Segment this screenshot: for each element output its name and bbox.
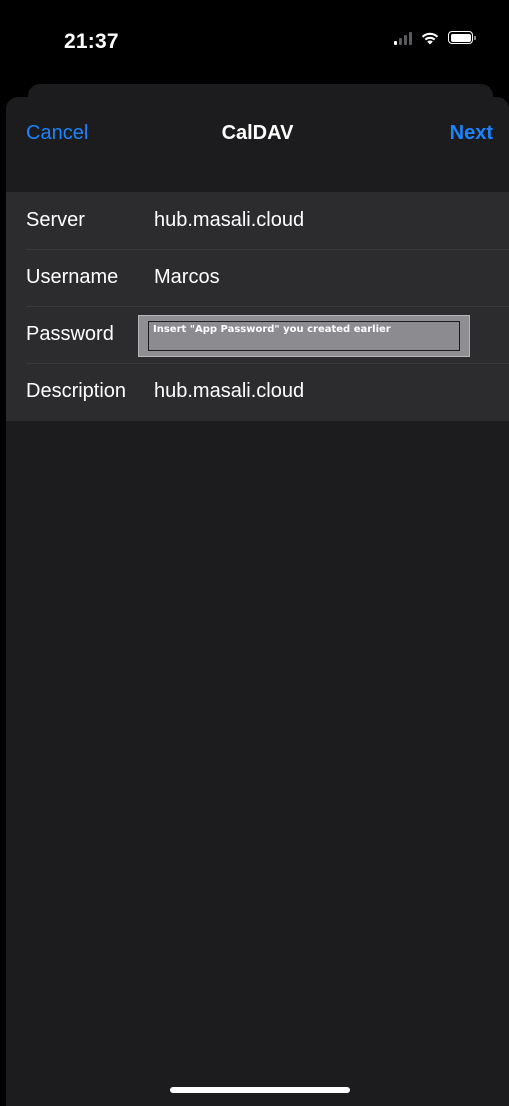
password-field[interactable]: Insert "App Password" you created earlie… [138, 315, 470, 357]
password-label: Password [26, 323, 114, 345]
status-time: 21:37 [64, 30, 119, 53]
username-label: Username [26, 266, 119, 288]
account-form: Server hub.masali.cloud Username Marcos … [6, 192, 509, 421]
page-title: CalDAV [221, 122, 294, 144]
status-icons [394, 30, 476, 45]
password-annotation-box: Insert "App Password" you created earlie… [148, 321, 460, 351]
description-field[interactable]: hub.masali.cloud [154, 380, 304, 403]
username-row: Username Marcos [6, 249, 509, 306]
cellular-signal-icon [394, 31, 412, 45]
next-button[interactable]: Next [450, 122, 493, 145]
username-field[interactable]: Marcos [154, 266, 220, 289]
password-hint: Insert "App Password" you created earlie… [153, 324, 391, 335]
description-row: Description hub.masali.cloud [6, 363, 509, 420]
description-label: Description [26, 380, 127, 402]
password-row: Password Insert "App Password" you creat… [6, 306, 509, 363]
wifi-icon [421, 32, 439, 45]
status-bar: 21:37 [0, 0, 509, 90]
caldav-sheet: Cancel CalDAV Next Server hub.masali.clo… [6, 97, 509, 1106]
server-label: Server [26, 209, 85, 231]
server-field[interactable]: hub.masali.cloud [154, 209, 304, 232]
server-row: Server hub.masali.cloud [6, 192, 509, 249]
battery-icon [448, 31, 476, 44]
navigation-bar: Cancel CalDAV Next [6, 97, 509, 173]
home-indicator[interactable] [170, 1087, 350, 1093]
